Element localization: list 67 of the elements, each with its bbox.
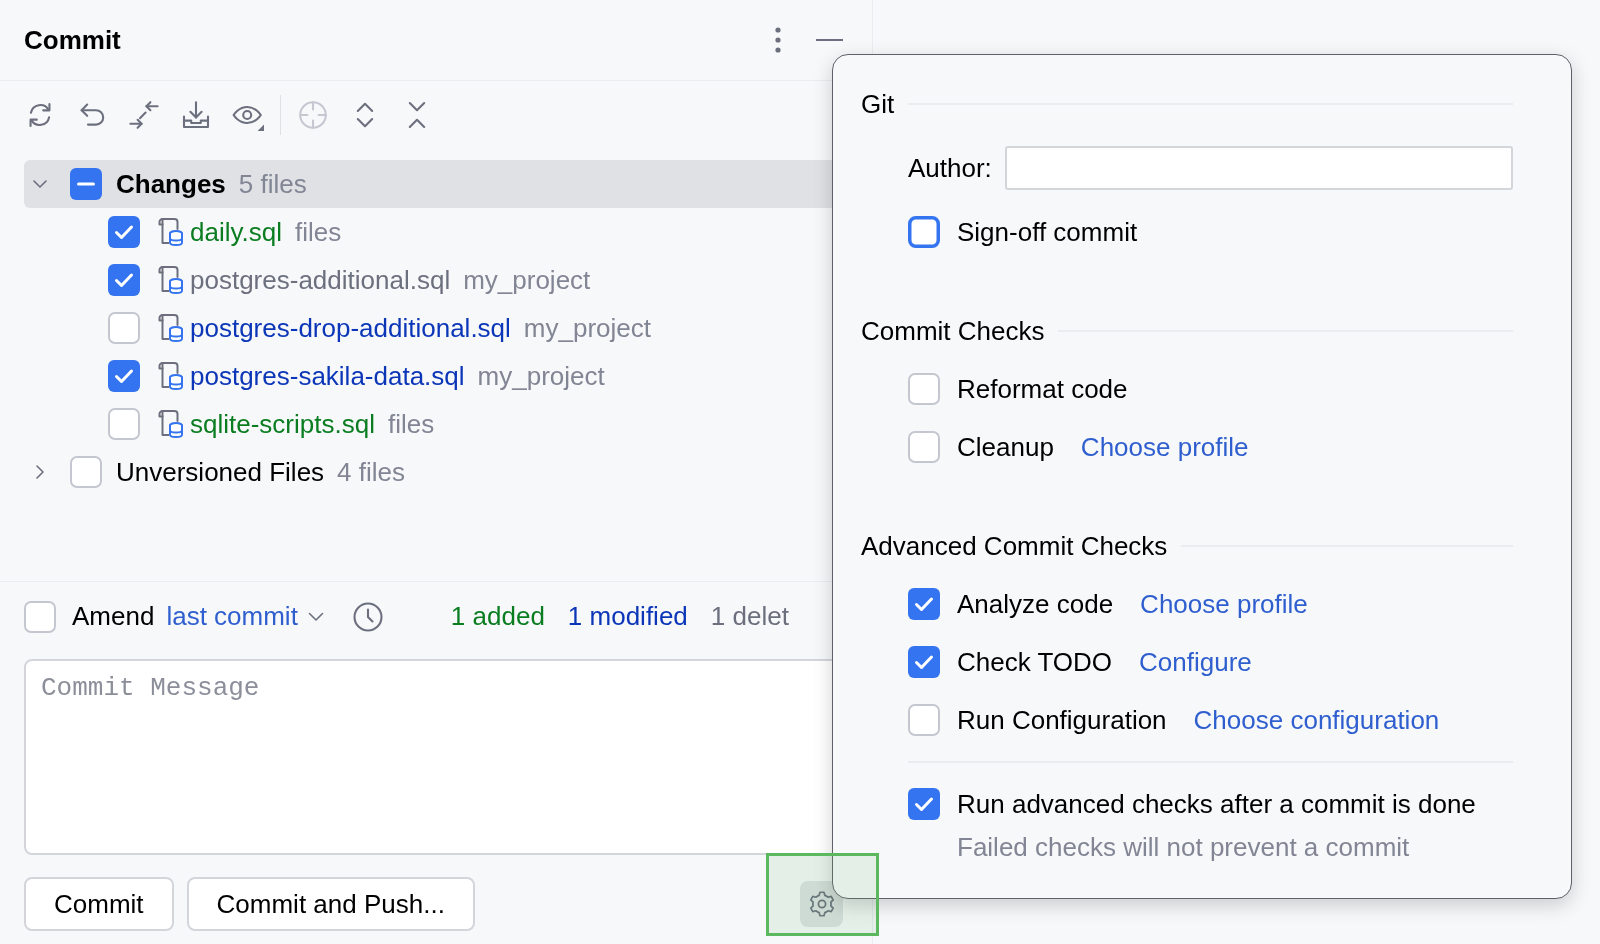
checkbox[interactable]: [108, 408, 140, 440]
option-label: Sign-off commit: [957, 216, 1138, 248]
checkbox[interactable]: [908, 373, 940, 405]
option-hint: Failed checks will not prevent a commit: [957, 831, 1410, 863]
tree-row[interactable]: daily.sql files: [24, 208, 860, 256]
change-count: 1 modified: [567, 601, 688, 632]
checkbox[interactable]: [108, 264, 140, 296]
option-link[interactable]: Choose profile: [1080, 431, 1249, 463]
group-name: Unversioned Files: [116, 456, 325, 488]
change-count: 1 added: [450, 601, 545, 632]
file-name: postgres-sakila-data.sql: [190, 360, 465, 392]
more-options-icon[interactable]: [775, 27, 781, 53]
panel-title: Commit: [24, 24, 121, 56]
amend-label: Amend: [72, 601, 155, 632]
checkbox[interactable]: [108, 360, 140, 392]
option-link[interactable]: Choose configuration: [1193, 704, 1440, 736]
file-location: my_project: [477, 360, 605, 392]
checkbox[interactable]: [908, 704, 940, 736]
tree-row[interactable]: Unversioned Files 4 files: [24, 448, 860, 496]
clock-icon[interactable]: [352, 601, 383, 632]
section-title: Advanced Commit Checks: [861, 530, 1168, 562]
download-icon[interactable]: [180, 99, 212, 131]
checkbox[interactable]: [108, 216, 140, 248]
option-link[interactable]: Configure: [1139, 646, 1252, 678]
option-label: Analyze code: [957, 588, 1114, 620]
option-label: Cleanup: [957, 431, 1054, 463]
checkbox[interactable]: [908, 788, 940, 820]
tree-row[interactable]: postgres-additional.sql my_project: [24, 256, 860, 304]
checkbox[interactable]: [908, 431, 940, 463]
tree-row[interactable]: postgres-drop-additional.sql my_project: [24, 304, 860, 352]
checkbox[interactable]: [70, 168, 102, 200]
option-label: Run Configuration: [957, 704, 1167, 736]
commit-and-push-button[interactable]: Commit and Push...: [186, 877, 475, 931]
option-label: Reformat code: [957, 373, 1128, 405]
settings-button[interactable]: [800, 881, 843, 927]
file-location: my_project: [523, 312, 651, 344]
field-label: Author:: [908, 152, 992, 184]
checkbox[interactable]: [908, 646, 940, 678]
file-location: my_project: [463, 264, 591, 296]
option-label: Run advanced checks after a commit is done: [957, 788, 1476, 820]
amend-target-dropdown[interactable]: last commit: [166, 601, 324, 632]
option-link[interactable]: Choose profile: [1140, 588, 1308, 620]
checkbox[interactable]: [24, 600, 56, 633]
section-title: Commit Checks: [861, 315, 1045, 347]
section-title: Git: [861, 88, 895, 120]
caret-icon: [307, 611, 324, 622]
file-count: 4 files: [337, 456, 405, 488]
arrows-icon[interactable]: [128, 99, 160, 131]
input-field[interactable]: [1004, 146, 1513, 190]
checkbox[interactable]: [70, 456, 102, 488]
tree-row[interactable]: postgres-sakila-data.sql my_project: [24, 352, 860, 400]
checkbox[interactable]: [908, 588, 940, 620]
commit-button[interactable]: Commit: [24, 877, 174, 931]
option-label: Check TODO: [957, 646, 1113, 678]
file-name: postgres-additional.sql: [190, 264, 451, 296]
file-location: files: [295, 216, 342, 248]
file-name: daily.sql: [190, 216, 282, 248]
file-name: sqlite-scripts.sql: [190, 408, 375, 440]
checkbox[interactable]: [108, 312, 140, 344]
file-name: postgres-drop-additional.sql: [190, 312, 511, 344]
settings-icon: [808, 891, 835, 917]
tree-row[interactable]: sqlite-scripts.sql files: [24, 400, 860, 448]
file-location: files: [387, 408, 435, 440]
group-name: Changes: [116, 168, 226, 200]
change-count: 1 delet: [710, 601, 789, 632]
checkbox[interactable]: [908, 216, 940, 248]
file-count: 5 files: [238, 168, 307, 200]
